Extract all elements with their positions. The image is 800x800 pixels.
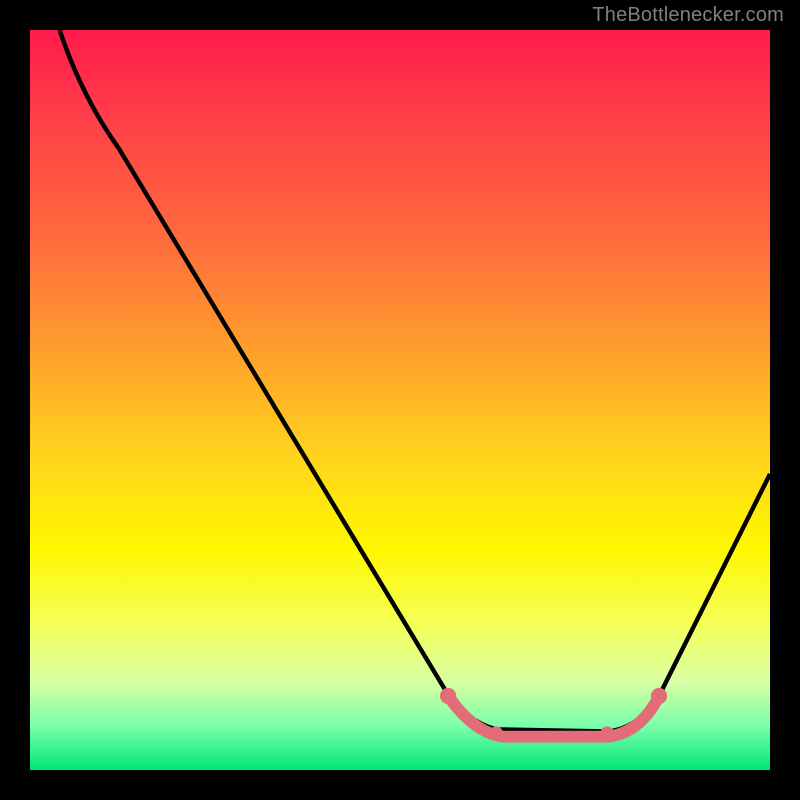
chart-plot-area xyxy=(30,30,770,770)
highlight-dot-inner-1 xyxy=(490,726,503,739)
highlight-dot-left xyxy=(440,688,456,704)
highlight-dot-right xyxy=(651,688,667,704)
highlight-dot-inner-2 xyxy=(601,726,614,739)
watermark-text: TheBottlenecker.com xyxy=(592,4,784,27)
main-curve-line xyxy=(60,30,770,732)
chart-lines-layer xyxy=(30,30,770,770)
